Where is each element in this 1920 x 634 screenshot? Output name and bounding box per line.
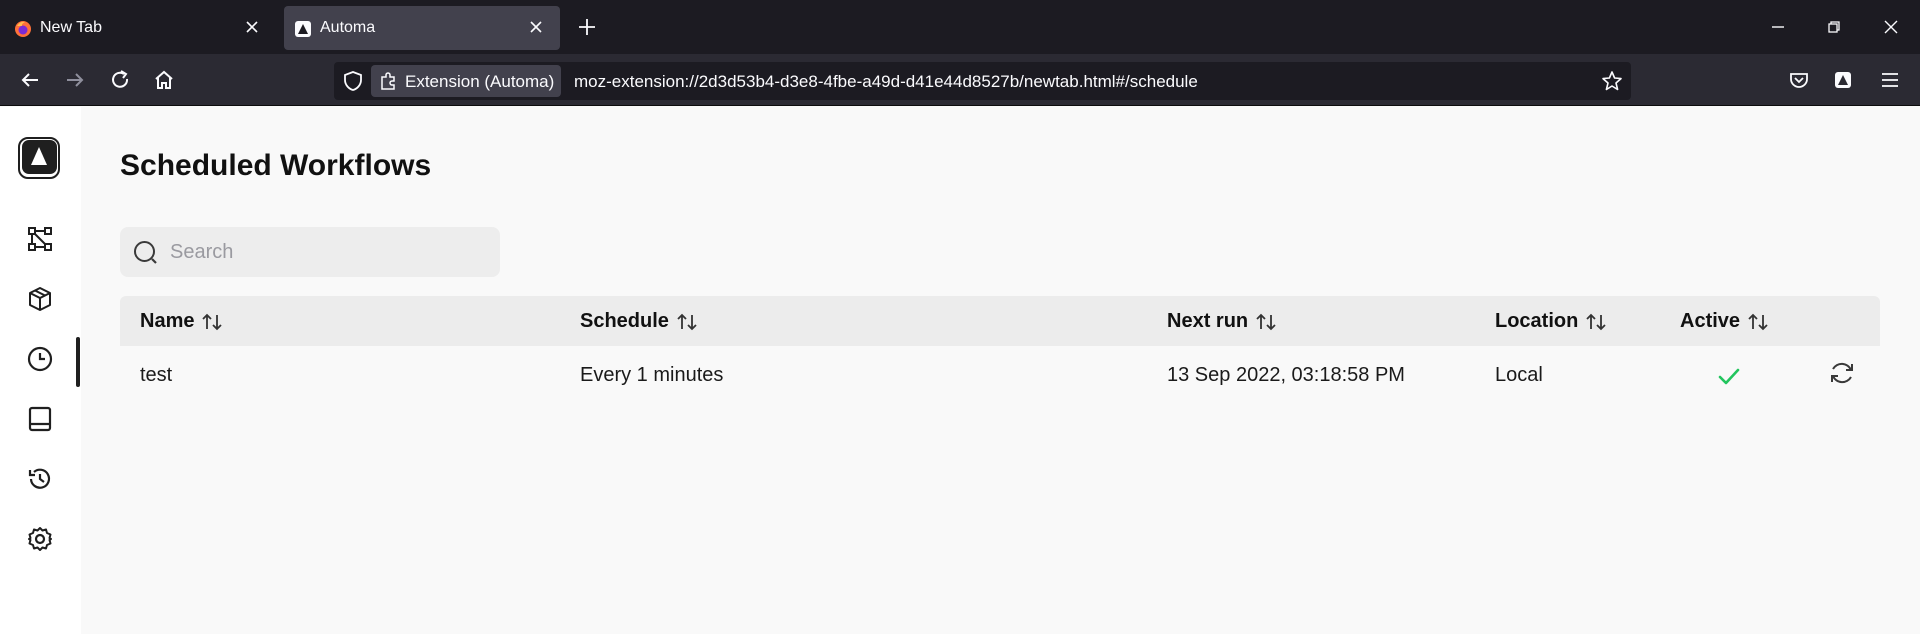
restore-icon[interactable] <box>1821 14 1847 40</box>
cell-location: Local <box>1495 364 1543 386</box>
back-icon[interactable] <box>16 66 44 94</box>
browser-tab-bar: New Tab Automa <box>0 0 1920 54</box>
column-header-location[interactable]: Location <box>1495 310 1608 333</box>
column-label: Location <box>1495 310 1579 332</box>
cell-name[interactable]: test <box>140 364 172 387</box>
column-header-next-run[interactable]: Next run <box>1167 310 1278 333</box>
column-header-name[interactable]: Name <box>140 310 224 333</box>
sidebar-item-workflows[interactable] <box>22 221 58 257</box>
shield-icon[interactable] <box>342 70 364 92</box>
browser-nav-bar: Extension (Automa) moz-extension://2d3d5… <box>0 54 1920 106</box>
pocket-icon[interactable] <box>1785 66 1813 94</box>
automa-extension-icon[interactable] <box>1829 66 1857 94</box>
extension-identity-chip[interactable]: Extension (Automa) <box>371 65 561 97</box>
search-icon <box>132 239 160 267</box>
sidebar-item-settings[interactable] <box>22 521 58 557</box>
main-content: Scheduled Workflows Name Schedule <box>81 107 1920 634</box>
tab-title: Automa <box>320 19 376 36</box>
url-bar[interactable]: Extension (Automa) moz-extension://2d3d5… <box>334 62 1631 100</box>
column-label: Name <box>140 310 195 332</box>
storage-icon <box>26 405 54 433</box>
clock-icon <box>26 345 54 373</box>
sidebar-active-indicator <box>76 337 80 387</box>
menu-icon[interactable] <box>1876 66 1904 94</box>
cell-next-run: 13 Sep 2022, 03:18:58 PM <box>1167 364 1405 386</box>
close-tab-icon[interactable] <box>526 17 546 37</box>
refresh-icon[interactable] <box>1827 358 1857 388</box>
tab-title: New Tab <box>40 19 102 36</box>
workflow-icon <box>26 225 54 253</box>
sort-icon[interactable] <box>1254 311 1278 333</box>
page-title: Scheduled Workflows <box>120 149 432 182</box>
active-check-icon <box>1715 362 1743 390</box>
sidebar-item-storage[interactable] <box>22 401 58 437</box>
sidebar-item-logs[interactable] <box>22 461 58 497</box>
automa-logo-icon[interactable] <box>18 137 60 179</box>
automa-icon <box>294 20 312 38</box>
sort-icon[interactable] <box>1746 311 1770 333</box>
column-label: Active <box>1680 310 1741 332</box>
search-input[interactable] <box>170 227 490 277</box>
sort-icon[interactable] <box>200 311 224 333</box>
url-text[interactable]: moz-extension://2d3d53b4-d3e8-4fbe-a49d-… <box>574 72 1198 92</box>
search-box[interactable] <box>120 227 500 277</box>
forward-icon[interactable] <box>61 66 89 94</box>
close-tab-icon[interactable] <box>242 17 262 37</box>
extension-label: Extension (Automa) <box>405 72 555 91</box>
bookmark-star-icon[interactable] <box>1601 70 1623 92</box>
sort-icon[interactable] <box>1584 311 1608 333</box>
column-header-schedule[interactable]: Schedule <box>580 310 699 333</box>
sort-icon[interactable] <box>675 311 699 333</box>
table-row: test Every 1 minutes 13 Sep 2022, 03:18:… <box>120 346 1880 404</box>
column-label: Schedule <box>580 310 669 332</box>
tab-new-tab[interactable]: New Tab <box>4 6 276 50</box>
history-icon <box>26 465 54 493</box>
sidebar-item-schedule[interactable] <box>22 341 58 377</box>
firefox-icon <box>14 20 32 38</box>
gear-icon <box>26 525 54 553</box>
app-sidebar <box>0 107 81 634</box>
home-icon[interactable] <box>150 66 178 94</box>
package-icon <box>26 285 54 313</box>
tab-automa[interactable]: Automa <box>284 6 560 50</box>
reload-icon[interactable] <box>106 66 134 94</box>
cell-schedule: Every 1 minutes <box>580 364 724 386</box>
table-header: Name Schedule Next run Location Active <box>120 296 1880 346</box>
schedule-table: Name Schedule Next run Location Active t… <box>120 296 1880 404</box>
puzzle-icon <box>379 71 399 91</box>
minimize-icon[interactable] <box>1765 14 1791 40</box>
column-header-active[interactable]: Active <box>1680 310 1770 333</box>
column-label: Next run <box>1167 310 1249 332</box>
close-window-icon[interactable] <box>1878 14 1904 40</box>
new-tab-icon[interactable] <box>574 14 600 40</box>
sidebar-item-packages[interactable] <box>22 281 58 317</box>
